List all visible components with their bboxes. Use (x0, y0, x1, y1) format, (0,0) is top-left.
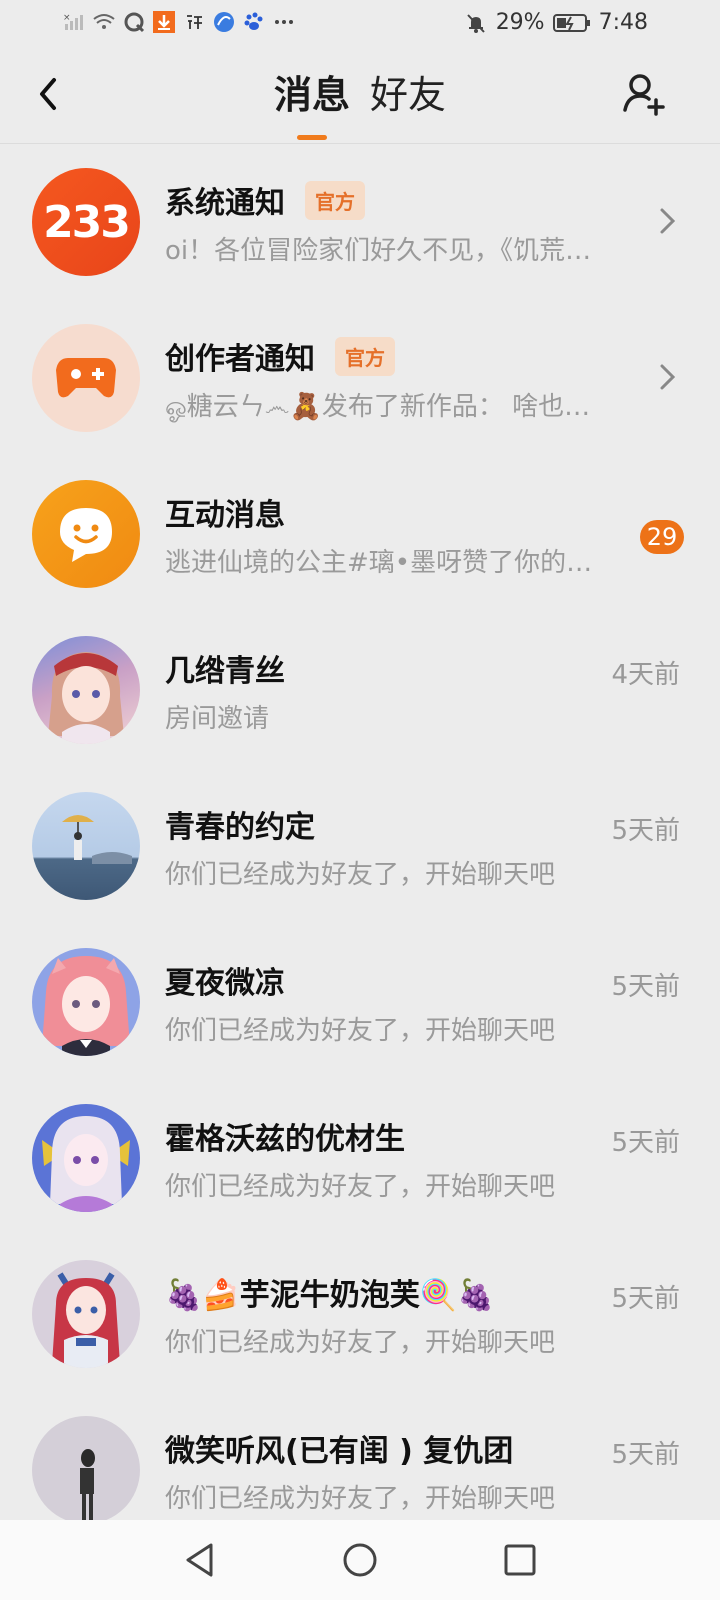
conversation-title: 微笑听风(已有闺 ) 复仇团 (165, 1434, 514, 1469)
conversation-title: 夏夜微凉 (165, 966, 285, 1001)
conversation-row[interactable]: 霍格沃兹的优材生 你们已经成为好友了，开始聊天吧 5天前 (0, 1080, 720, 1236)
conversation-title: 系统通知 (165, 186, 285, 221)
conversation-row[interactable]: 青春的约定 你们已经成为好友了，开始聊天吧 5天前 (0, 768, 720, 924)
figure-avatar (32, 1416, 140, 1524)
umbrella-scene-avatar (32, 792, 140, 900)
official-badge: 官方 (335, 336, 395, 376)
tab-friends-label: 好友 (370, 73, 447, 117)
gamepad-icon (32, 324, 140, 432)
battery-icon (552, 11, 591, 35)
conversation-preview: 逃进仙境的公主#璃•墨呀赞了你的… (165, 548, 593, 578)
nav-home-button[interactable] (335, 1535, 385, 1585)
orange-233-icon: 233 (32, 168, 140, 276)
conversation-preview: 你们已经成为好友了，开始聊天吧 (165, 1484, 556, 1514)
conversation-title: 霍格沃兹的优材生 (165, 1122, 405, 1157)
add-person-icon (623, 74, 665, 116)
square-recents-icon (504, 1544, 536, 1576)
tab-messages[interactable]: 消息 (273, 70, 350, 140)
conversation-time: 5天前 (611, 1284, 680, 1314)
conversation-row-interactions[interactable]: 互动消息 逃进仙境的公主#璃•墨呀赞了你的… 29 (0, 456, 720, 612)
conversation-time: 5天前 (611, 972, 680, 1002)
status-bar: × 29% 7:48 (0, 0, 720, 48)
taobao-icon (182, 10, 206, 34)
conversation-title: 几绺青丝 (165, 654, 285, 689)
system-nav-bar (0, 1520, 720, 1600)
conversation-preview: 你们已经成为好友了，开始聊天吧 (165, 860, 556, 890)
conversation-row[interactable]: 几绺青丝 房间邀请 4天前 (0, 612, 720, 768)
conversation-row-creator-notice[interactable]: 创作者通知 官方 ஓ糖云ㄣ෴🧸发布了新作品： 啥也… (0, 300, 720, 456)
chevron-right-icon (660, 364, 676, 390)
smile-bubble-icon (32, 480, 140, 588)
conversation-title: 青春的约定 (165, 810, 315, 845)
tab-bar: 消息 好友 (0, 70, 720, 140)
conversation-title: 🍇🍰芋泥牛奶泡芙🍭🍇 (165, 1278, 495, 1313)
conversation-time: 5天前 (611, 1128, 680, 1158)
unread-count-badge: 29 (640, 520, 684, 554)
conversation-time: 5天前 (611, 816, 680, 846)
avatar-233-text: 233 (43, 196, 131, 248)
clock: 7:48 (598, 10, 648, 35)
more-dots-icon (272, 10, 296, 34)
active-tab-indicator (296, 135, 327, 140)
triangle-back-icon (186, 1543, 213, 1577)
conversation-title: 互动消息 (165, 498, 285, 533)
red-hair-avatar (32, 1260, 140, 1368)
conversation-row-system-notice[interactable]: 233 系统通知 官方 oi！各位冒险家们好久不见，《饥荒… (0, 144, 720, 300)
conversation-preview: 你们已经成为好友了，开始聊天吧 (165, 1016, 556, 1046)
conversation-preview: ஓ糖云ㄣ෴🧸发布了新作品： 啥也… (165, 392, 591, 422)
conversation-preview: 房间邀请 (165, 704, 270, 734)
nav-back-button[interactable] (175, 1535, 225, 1585)
conversation-row[interactable]: 夏夜微凉 你们已经成为好友了，开始聊天吧 5天前 (0, 924, 720, 1080)
battery-percent: 29% (495, 10, 545, 35)
conversation-list: 233 系统通知 官方 oi！各位冒险家们好久不见，《饥荒… 创作者通知 官方 … (0, 144, 720, 1548)
status-icons-left: × (62, 10, 296, 34)
browser-icon (212, 10, 236, 34)
circle-home-icon (343, 1543, 377, 1577)
conversation-time: 5天前 (611, 1440, 680, 1470)
status-icons-right: 29% 7:48 (464, 10, 648, 35)
chevron-right-icon (660, 208, 676, 234)
header: 消息 好友 (0, 48, 720, 144)
download-app-icon (152, 10, 176, 34)
signal-off-icon: × (62, 10, 86, 34)
add-friend-button[interactable] (620, 70, 668, 118)
conversation-row[interactable]: 🍇🍰芋泥牛奶泡芙🍭🍇 你们已经成为好友了，开始聊天吧 5天前 (0, 1236, 720, 1392)
nav-recents-button[interactable] (495, 1535, 545, 1585)
baidu-icon (242, 10, 266, 34)
conversation-preview: 你们已经成为好友了，开始聊天吧 (165, 1328, 556, 1358)
wifi-icon (92, 10, 116, 34)
mute-bell-icon (464, 11, 488, 35)
app-q-icon (122, 10, 146, 34)
svg-text:×: × (63, 13, 71, 23)
conversation-preview: oi！各位冒险家们好久不见，《饥荒… (165, 236, 592, 266)
white-hair-avatar (32, 1104, 140, 1212)
anime-avatar (32, 636, 140, 744)
tab-messages-label: 消息 (273, 73, 350, 117)
conversation-preview: 你们已经成为好友了，开始聊天吧 (165, 1172, 556, 1202)
tab-friends[interactable]: 好友 (370, 70, 446, 120)
conversation-time: 4天前 (611, 660, 680, 690)
pink-hair-avatar (32, 948, 140, 1056)
official-badge: 官方 (305, 180, 365, 220)
conversation-title: 创作者通知 (165, 342, 315, 377)
